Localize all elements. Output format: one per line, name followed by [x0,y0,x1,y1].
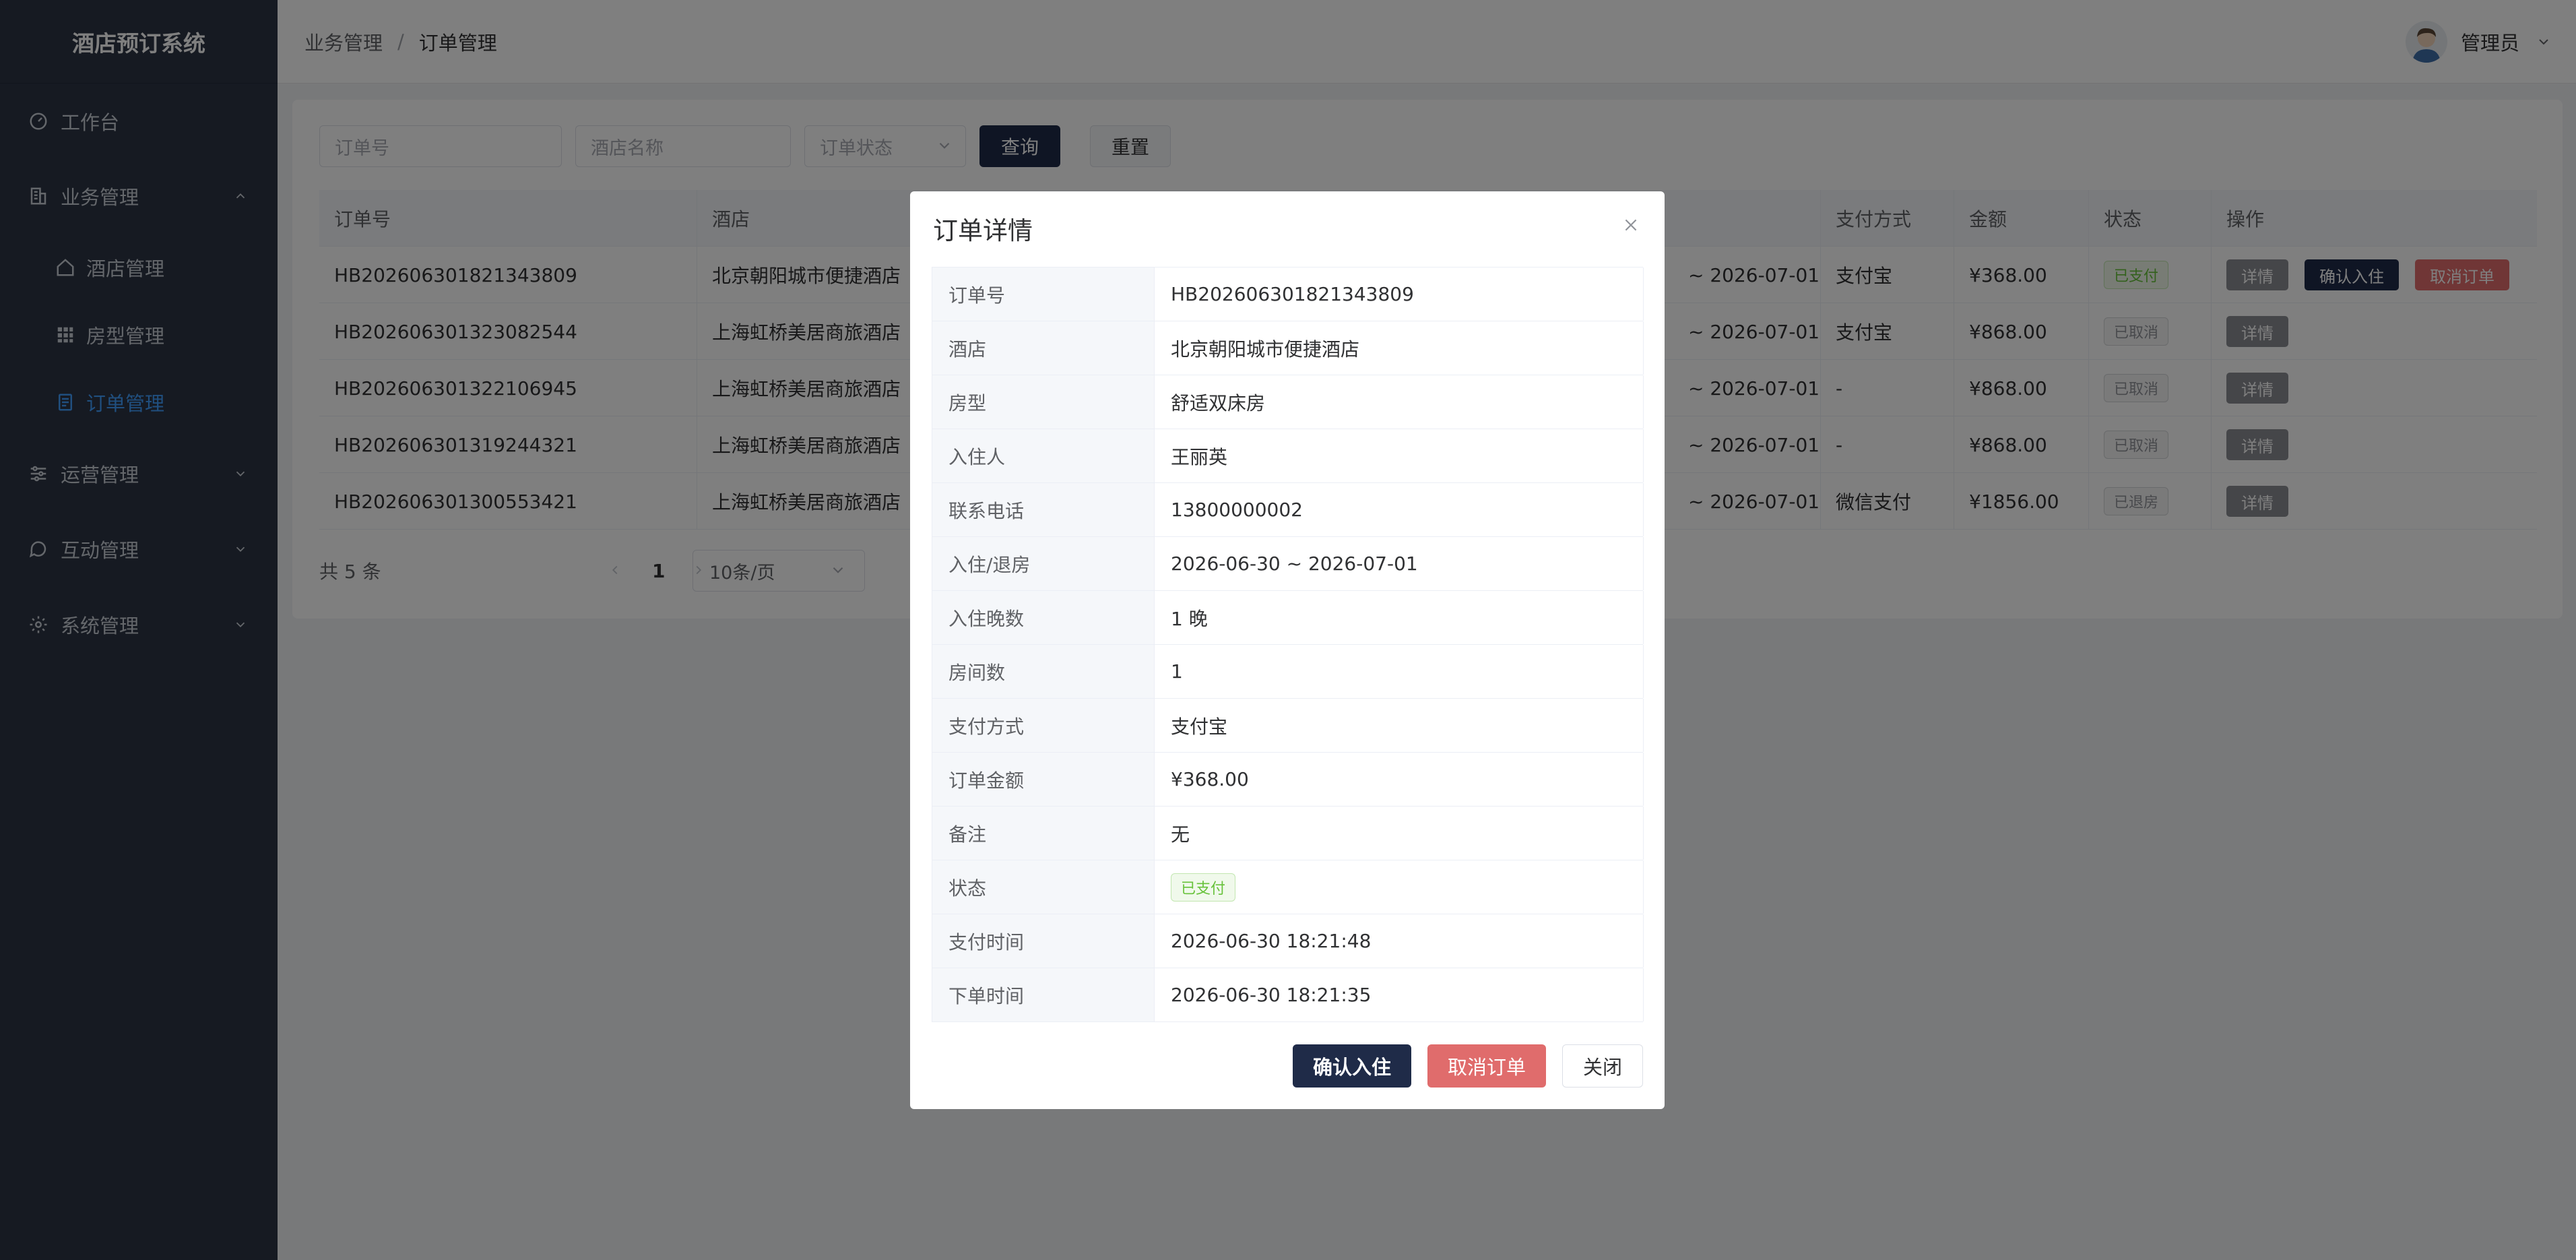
detail-value: HB202606301821343809 [1155,267,1644,321]
dialog-title: 订单详情 [933,216,1033,245]
detail-row: 订单号 HB202606301821343809 [932,267,1644,321]
detail-row: 房间数 1 [932,645,1644,699]
detail-label: 订单金额 [932,753,1155,806]
detail-row: 下单时间 2026-06-30 18:21:35 [932,968,1644,1022]
detail-value: 王丽英 [1155,429,1644,482]
detail-label: 房型 [932,375,1155,429]
close-button[interactable]: 关闭 [1562,1044,1643,1088]
detail-label: 备注 [932,807,1155,860]
detail-value: 支付宝 [1155,699,1644,752]
detail-label: 支付方式 [932,699,1155,752]
order-detail-dialog: 订单详情 订单号 HB202606301821343809 酒店 北京朝阳城市便… [910,191,1665,1109]
detail-row: 备注 无 [932,807,1644,860]
detail-table: 订单号 HB202606301821343809 酒店 北京朝阳城市便捷酒店 房… [932,267,1644,1022]
detail-value: 2026-06-30 18:21:35 [1155,968,1644,1021]
confirm-checkin-button[interactable]: 确认入住 [1293,1044,1411,1088]
detail-row: 状态 已支付 [932,860,1644,914]
detail-label: 入住/退房 [932,537,1155,590]
cancel-order-button[interactable]: 取消订单 [1427,1044,1546,1088]
detail-value: 2026-06-30 18:21:48 [1155,914,1644,968]
detail-value: 舒适双床房 [1155,375,1644,429]
detail-label: 状态 [932,860,1155,914]
detail-label: 下单时间 [932,968,1155,1021]
detail-label: 酒店 [932,321,1155,375]
detail-row: 支付时间 2026-06-30 18:21:48 [932,914,1644,968]
detail-value: 无 [1155,807,1644,860]
status-badge: 已支付 [1171,873,1236,902]
detail-label: 入住人 [932,429,1155,482]
detail-value: ¥368.00 [1155,753,1644,806]
detail-row: 入住晚数 1 晚 [932,591,1644,645]
detail-value: 1 [1155,645,1644,698]
detail-value: 北京朝阳城市便捷酒店 [1155,321,1644,375]
close-icon[interactable] [1619,213,1643,237]
detail-row: 联系电话 13800000002 [932,483,1644,537]
detail-row: 入住人 王丽英 [932,429,1644,483]
detail-value: 已支付 [1155,860,1644,914]
detail-label: 联系电话 [932,483,1155,536]
detail-label: 支付时间 [932,914,1155,968]
detail-row: 房型 舒适双床房 [932,375,1644,429]
detail-row: 订单金额 ¥368.00 [932,753,1644,807]
detail-label: 房间数 [932,645,1155,698]
detail-row: 酒店 北京朝阳城市便捷酒店 [932,321,1644,375]
detail-value: 1 晚 [1155,591,1644,644]
detail-row: 入住/退房 2026-06-30 ~ 2026-07-01 [932,537,1644,591]
detail-value: 2026-06-30 ~ 2026-07-01 [1155,537,1644,590]
detail-row: 支付方式 支付宝 [932,699,1644,753]
detail-value: 13800000002 [1155,483,1644,536]
detail-label: 订单号 [932,267,1155,321]
detail-label: 入住晚数 [932,591,1155,644]
